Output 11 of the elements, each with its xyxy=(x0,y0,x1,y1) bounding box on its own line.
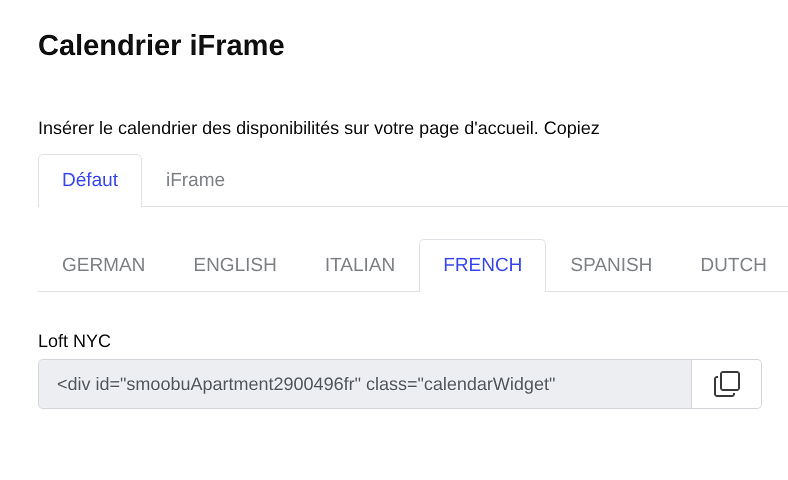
tab[interactable]: iFrame xyxy=(142,154,250,207)
field-label: Loft NYC xyxy=(38,330,112,353)
tab[interactable]: Défaut xyxy=(38,154,142,207)
tab[interactable]: FRENCH xyxy=(419,239,546,292)
tab[interactable]: SPANISH xyxy=(546,239,676,292)
tab[interactable]: ENGLISH xyxy=(169,239,301,292)
tab[interactable]: ITALIAN xyxy=(300,239,420,292)
tab[interactable]: GERMAN xyxy=(38,239,170,292)
tab[interactable]: DUTCH xyxy=(676,239,788,292)
description: Insérer le calendrier des disponibilités sur votre page d'accueil. Copiez xyxy=(38,117,601,140)
page-title: Calendrier iFrame xyxy=(38,29,286,64)
